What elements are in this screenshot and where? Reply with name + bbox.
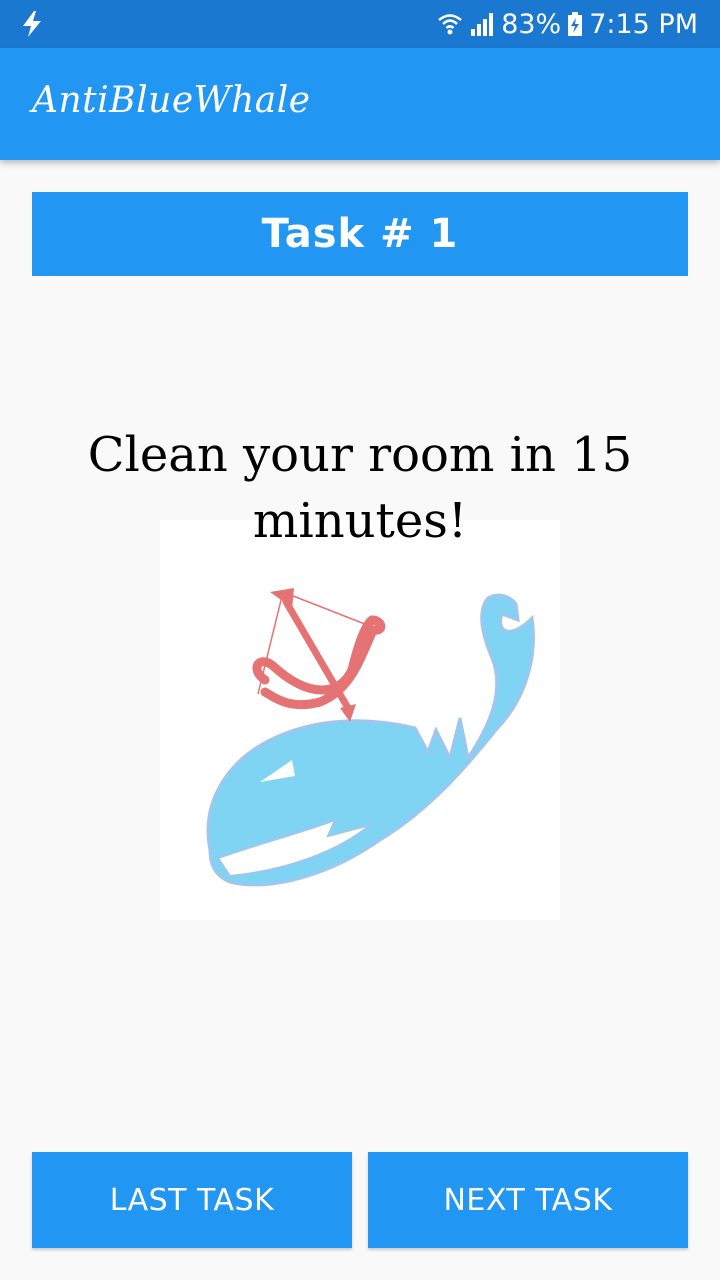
status-time: 7:15 PM: [589, 8, 698, 40]
battery-charging-icon: [568, 12, 583, 36]
last-task-button[interactable]: LAST TASK: [32, 1152, 352, 1248]
task-header: Task # 1: [32, 192, 688, 276]
task-description: Clean your room in 15 minutes!: [87, 427, 633, 549]
next-task-button[interactable]: NEXT TASK: [368, 1152, 688, 1248]
status-bar: 83% 7:15 PM: [0, 0, 720, 48]
battery-percent: 83%: [501, 8, 562, 40]
app-title: AntiBlueWhale: [32, 80, 311, 121]
whale-logo-image: [160, 520, 560, 920]
charging-bolt-icon: [23, 11, 41, 37]
cell-signal-icon: [471, 13, 494, 36]
task-number-label: Task # 1: [261, 211, 459, 257]
app-bar: AntiBlueWhale: [0, 48, 720, 160]
wifi-icon: [438, 14, 462, 35]
status-icons: 83% 7:15 PM: [437, 0, 698, 48]
